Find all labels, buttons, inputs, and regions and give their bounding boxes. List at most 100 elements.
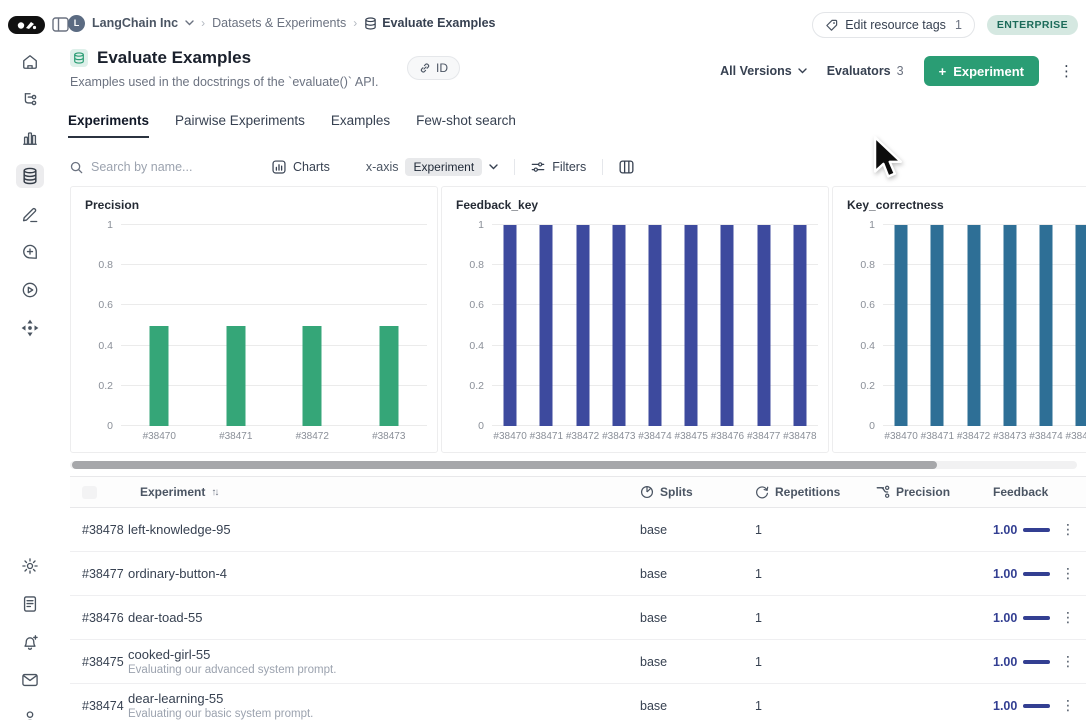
playground-icon[interactable] <box>16 240 44 264</box>
home-icon[interactable] <box>16 50 44 74</box>
bar-#38472[interactable] <box>302 325 322 426</box>
dataset-icon <box>70 49 88 67</box>
bar-#38472[interactable] <box>576 225 590 426</box>
tab-pairwise-experiments[interactable]: Pairwise Experiments <box>175 113 305 138</box>
column-header-feedback[interactable]: Feedback <box>993 485 1050 499</box>
table-header: Experiment ↑↓ Splits Repetitions Precisi… <box>70 476 1086 508</box>
bar-#38470[interactable] <box>149 325 169 426</box>
new-experiment-button[interactable]: + Experiment <box>923 56 1039 86</box>
org-avatar[interactable]: L <box>68 14 85 32</box>
runs-icon[interactable] <box>16 278 44 302</box>
splits-value: base <box>640 566 668 581</box>
chevron-down-icon <box>798 68 807 74</box>
bar-#38471[interactable] <box>226 325 246 426</box>
feedback-mini-bar <box>1023 527 1050 532</box>
monitoring-icon[interactable] <box>16 126 44 150</box>
charts-toggle-button[interactable]: Charts <box>272 160 330 174</box>
bar-#38473[interactable] <box>1003 225 1017 426</box>
xaxis-value-chip[interactable]: Experiment <box>405 158 483 176</box>
annotation-icon[interactable] <box>16 202 44 226</box>
bar-#38476[interactable] <box>720 225 734 426</box>
repetitions-value: 1 <box>755 698 762 713</box>
langsmith-logo-icon <box>17 21 36 29</box>
search-input[interactable]: Search by name... <box>70 160 248 174</box>
table-row[interactable]: #38477 ordinary-button-4 base 1 1.00 ⋮ <box>70 552 1086 596</box>
topbar-right: Edit resource tags 1 ENTERPRISE <box>812 12 1078 38</box>
header-menu-button[interactable]: ⋮ <box>1059 64 1074 79</box>
bar-#38478[interactable] <box>793 225 807 426</box>
experiment-name[interactable]: cooked-girl-55 <box>128 647 640 662</box>
toolbar-divider <box>602 159 604 175</box>
tab-few-shot-search[interactable]: Few-shot search <box>416 113 516 138</box>
evaluators-button[interactable]: Evaluators 3 <box>827 64 904 78</box>
experiment-name-cell[interactable]: ordinary-button-4 <box>128 566 640 581</box>
versions-dropdown[interactable]: All Versions <box>720 64 807 78</box>
bar-#38475[interactable] <box>1075 225 1086 426</box>
notifications-bell-icon[interactable] <box>16 630 44 654</box>
column-header-precision[interactable]: Precision <box>875 485 993 499</box>
bar-#38477[interactable] <box>757 225 771 426</box>
row-menu-button[interactable]: ⋮ <box>1050 609 1086 626</box>
bar-#38470[interactable] <box>503 225 517 426</box>
select-all-checkbox[interactable] <box>82 485 97 499</box>
column-header-splits[interactable]: Splits <box>640 485 755 499</box>
breadcrumb-section[interactable]: Datasets & Experiments <box>212 16 346 30</box>
account-icon[interactable] <box>16 706 44 720</box>
row-menu-button[interactable]: ⋮ <box>1050 697 1086 714</box>
sort-icon[interactable]: ↑↓ <box>211 487 219 498</box>
table-row[interactable]: #38478 left-knowledge-95 base 1 1.00 ⋮ <box>70 508 1086 552</box>
x-tick-label: #38473 <box>993 431 1027 442</box>
horizontal-scrollbar-track[interactable] <box>70 461 1077 469</box>
langsmith-logo[interactable] <box>8 16 45 34</box>
xaxis-label: x-axis <box>365 160 399 174</box>
filters-button[interactable]: Filters <box>531 160 586 174</box>
y-tick-label: 1 <box>869 219 875 231</box>
tab-examples[interactable]: Examples <box>331 113 390 138</box>
search-placeholder: Search by name... <box>91 160 193 174</box>
experiment-name[interactable]: dear-toad-55 <box>128 610 640 625</box>
experiment-id: #38476 <box>82 610 124 625</box>
settings-gear-icon[interactable] <box>16 554 44 578</box>
row-menu-button[interactable]: ⋮ <box>1050 565 1086 582</box>
experiment-name[interactable]: ordinary-button-4 <box>128 566 640 581</box>
row-menu-button[interactable]: ⋮ <box>1050 521 1086 538</box>
row-menu-button[interactable]: ⋮ <box>1050 653 1086 670</box>
deployments-icon[interactable] <box>16 316 44 340</box>
bar-#38471[interactable] <box>930 225 944 426</box>
experiment-name-cell[interactable]: cooked-girl-55 Evaluating our advanced sy… <box>128 647 640 676</box>
copy-id-button[interactable]: ID <box>407 56 460 80</box>
table-row[interactable]: #38474 dear-learning-55 Evaluating our bas… <box>70 684 1086 720</box>
mail-icon[interactable] <box>16 668 44 692</box>
bar-#38474[interactable] <box>1039 225 1053 426</box>
datasets-icon[interactable] <box>16 164 44 188</box>
bar-#38473[interactable] <box>612 225 626 426</box>
x-tick-label: #38471 <box>920 431 955 442</box>
column-header-experiment[interactable]: Experiment ↑↓ <box>128 485 640 499</box>
bar-#38473[interactable] <box>379 325 399 426</box>
experiment-name-cell[interactable]: dear-toad-55 <box>128 610 640 625</box>
bar-#38475[interactable] <box>684 225 698 426</box>
column-header-repetitions[interactable]: Repetitions <box>755 485 875 499</box>
edit-resource-tags-button[interactable]: Edit resource tags 1 <box>812 12 975 38</box>
experiment-name-cell[interactable]: dear-learning-55 Evaluating our basic sys… <box>128 691 640 720</box>
table-row[interactable]: #38475 cooked-girl-55 Evaluating our advan… <box>70 640 1086 684</box>
breadcrumb-page[interactable]: Evaluate Examples <box>364 16 495 30</box>
breadcrumb-org[interactable]: LangChain Inc <box>92 16 178 30</box>
tracing-icon[interactable] <box>16 88 44 112</box>
bar-#38471[interactable] <box>539 225 553 426</box>
experiment-name-cell[interactable]: left-knowledge-95 <box>128 522 640 537</box>
columns-button[interactable] <box>619 160 634 174</box>
table-row[interactable]: #38476 dear-toad-55 base 1 1.00 ⋮ <box>70 596 1086 640</box>
bar-#38472[interactable] <box>967 225 981 426</box>
tab-experiments[interactable]: Experiments <box>68 113 150 138</box>
chevron-down-icon[interactable] <box>185 20 194 26</box>
chevron-down-icon[interactable] <box>489 164 498 170</box>
experiment-name[interactable]: left-knowledge-95 <box>128 522 640 537</box>
experiment-name[interactable]: dear-learning-55 <box>128 691 640 706</box>
bar-#38470[interactable] <box>894 225 908 426</box>
bar-#38474[interactable] <box>648 225 662 426</box>
docs-icon[interactable] <box>16 592 44 616</box>
chart-card-feedback_key: Feedback_key 0 0.2 0.4 0.6 0.8 1 #38470 #38471 #3… <box>441 186 829 453</box>
horizontal-scrollbar-thumb[interactable] <box>72 461 937 469</box>
sidebar-toggle-icon[interactable] <box>52 17 69 32</box>
